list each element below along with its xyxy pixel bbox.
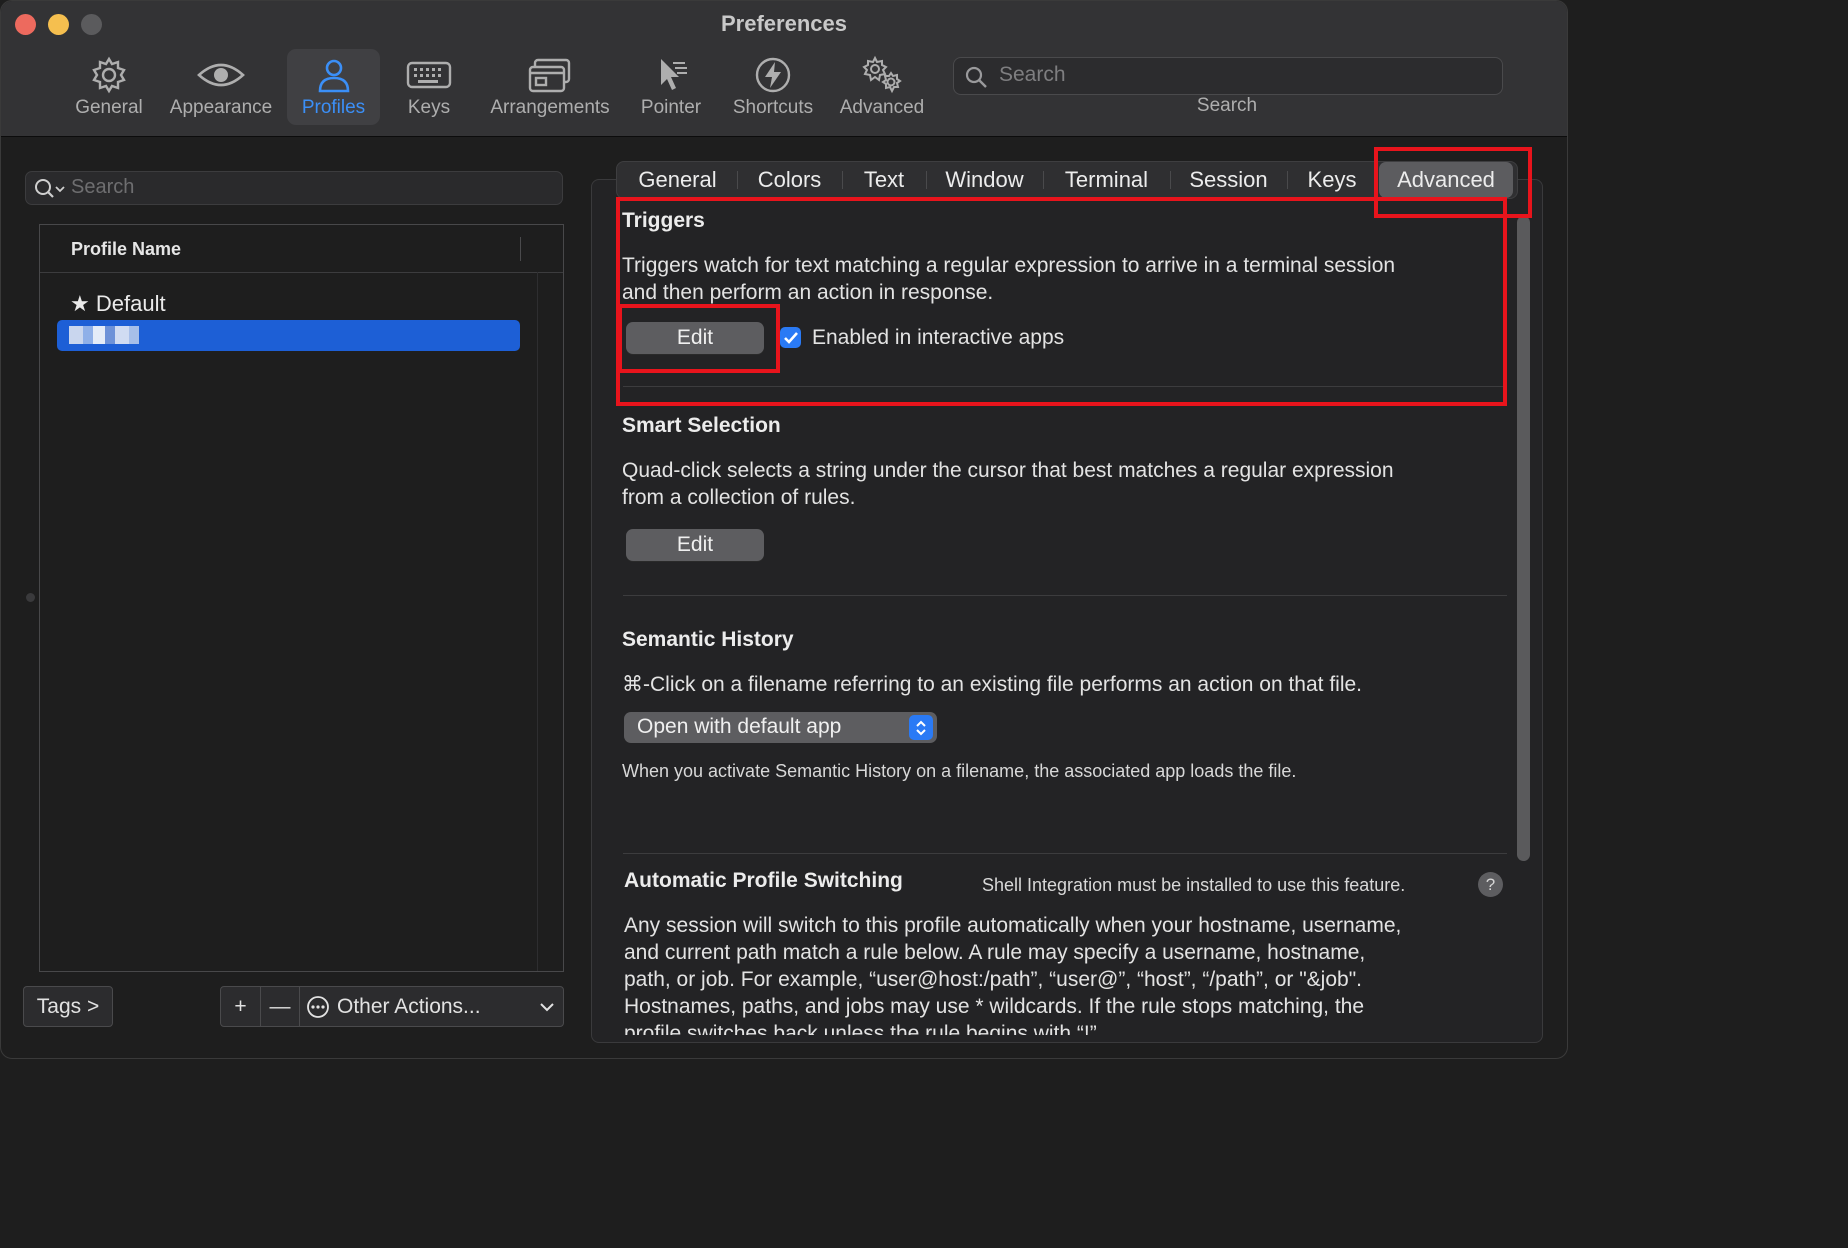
semantic-history-action-value: Open with default app <box>637 715 842 738</box>
profile-table-header: Profile Name <box>40 225 563 273</box>
gears-icon <box>862 55 902 94</box>
updown-chevron-icon <box>909 715 933 740</box>
toolbar-search-caption: Search <box>1196 95 1258 116</box>
toolbar-search-placeholder: Search <box>999 63 1066 86</box>
triggers-title: Triggers <box>622 209 705 232</box>
toolbar-profiles[interactable]: Profiles <box>287 49 380 125</box>
section-divider <box>623 595 1507 596</box>
profile-search-field[interactable]: Search <box>25 171 563 205</box>
help-button[interactable]: ? <box>1478 872 1503 897</box>
tab-colors[interactable]: Colors <box>738 162 841 198</box>
auto-profile-description-line-2: and current path match a rule below. A r… <box>624 941 1366 964</box>
toolbar-arrangements-label: Arrangements <box>490 97 610 118</box>
auto-profile-switching-title: Automatic Profile Switching <box>624 869 903 892</box>
triggers-edit-button[interactable]: Edit <box>626 322 764 354</box>
smart-selection-description-line-1: Quad-click selects a string under the cu… <box>622 459 1394 482</box>
window-title: Preferences <box>721 11 847 36</box>
checkmark-icon <box>783 331 798 344</box>
auto-profile-description-clip: Any session will switch to this profile … <box>1 901 1541 1035</box>
profile-search-placeholder: Search <box>71 176 135 198</box>
section-divider <box>623 386 1507 387</box>
tab-general[interactable]: General <box>619 162 736 198</box>
shell-integration-notice: Shell Integration must be installed to u… <box>982 875 1406 895</box>
preferences-window: Preferences General Appearance Profiles … <box>0 0 1568 1059</box>
toolbar-search-field[interactable]: Search <box>953 57 1503 95</box>
triggers-description-line-1: Triggers watch for text matching a regul… <box>622 254 1396 277</box>
split-handle[interactable] <box>26 593 35 602</box>
person-icon <box>318 59 349 93</box>
profile-tabs: General Colors Text Window Terminal Sess… <box>616 161 1518 199</box>
semantic-history-title: Semantic History <box>622 628 794 651</box>
star-icon: ★ <box>70 291 90 316</box>
toolbar-keys[interactable]: Keys <box>393 49 465 125</box>
toolbar-pointer[interactable]: Pointer <box>633 49 709 125</box>
toolbar-arrangements[interactable]: Arrangements <box>483 49 617 125</box>
toolbar-shortcuts-label: Shortcuts <box>732 97 814 118</box>
toolbar-general-label: General <box>75 97 143 118</box>
smart-selection-description-line-2: from a collection of rules. <box>622 486 856 509</box>
eye-icon <box>197 63 245 87</box>
search-icon <box>965 66 987 88</box>
toolbar-general[interactable]: General <box>67 49 151 125</box>
toolbar-appearance-label: Appearance <box>169 97 273 118</box>
tab-keys[interactable]: Keys <box>1288 162 1376 198</box>
semantic-history-note: When you activate Semantic History on a … <box>622 761 1297 781</box>
semantic-history-description: ⌘-Click on a filename referring to an ex… <box>622 673 1363 696</box>
toolbar-appearance[interactable]: Appearance <box>163 49 279 125</box>
window-arrangement-icon <box>528 58 571 93</box>
profile-table-scrollbar[interactable] <box>537 272 563 971</box>
column-divider <box>520 237 521 261</box>
toolbar-advanced-label: Advanced <box>839 97 925 118</box>
settings-scrollbar[interactable] <box>1517 216 1530 861</box>
auto-profile-description-line-4: Hostnames, paths, and jobs may use * wil… <box>624 995 1365 1018</box>
tab-advanced[interactable]: Advanced <box>1379 162 1513 198</box>
lightning-icon <box>755 57 791 93</box>
auto-profile-description-line-5: profile switches back unless the rule be… <box>624 1022 1097 1035</box>
profile-table: Profile Name ★ Default <box>39 224 564 972</box>
smart-selection-edit-button[interactable]: Edit <box>626 529 764 561</box>
enabled-in-interactive-apps-checkbox[interactable] <box>780 327 801 348</box>
toolbar-pointer-label: Pointer <box>640 97 702 118</box>
tab-text[interactable]: Text <box>843 162 925 198</box>
tab-session[interactable]: Session <box>1171 162 1286 198</box>
search-icon <box>35 179 65 198</box>
triggers-description-line-2: and then perform an action in response. <box>622 281 994 304</box>
profile-name-column-header[interactable]: Profile Name <box>71 239 181 260</box>
pointer-icon <box>661 59 687 90</box>
toolbar: Preferences General Appearance Profiles … <box>1 1 1567 137</box>
auto-profile-description-line-1: Any session will switch to this profile … <box>624 914 1402 937</box>
profile-row-default[interactable]: ★ Default <box>70 291 166 317</box>
toolbar-profiles-label: Profiles <box>301 97 366 118</box>
profile-row-default-label: Default <box>95 291 166 316</box>
smart-selection-title: Smart Selection <box>622 414 781 437</box>
toolbar-shortcuts[interactable]: Shortcuts <box>725 49 821 125</box>
toolbar-keys-label: Keys <box>407 97 451 118</box>
profile-row-selected[interactable] <box>57 320 520 351</box>
tab-terminal[interactable]: Terminal <box>1044 162 1169 198</box>
auto-profile-description-line-3: path, or job. For example, “user@host:/p… <box>624 968 1362 991</box>
tab-window[interactable]: Window <box>927 162 1042 198</box>
gear-icon <box>92 56 126 94</box>
section-divider <box>623 853 1507 854</box>
keyboard-icon <box>406 61 452 89</box>
enabled-in-interactive-apps-label[interactable]: Enabled in interactive apps <box>812 324 1064 351</box>
toolbar-advanced[interactable]: Advanced <box>833 49 931 125</box>
semantic-history-action-popup[interactable]: Open with default app <box>624 712 937 743</box>
